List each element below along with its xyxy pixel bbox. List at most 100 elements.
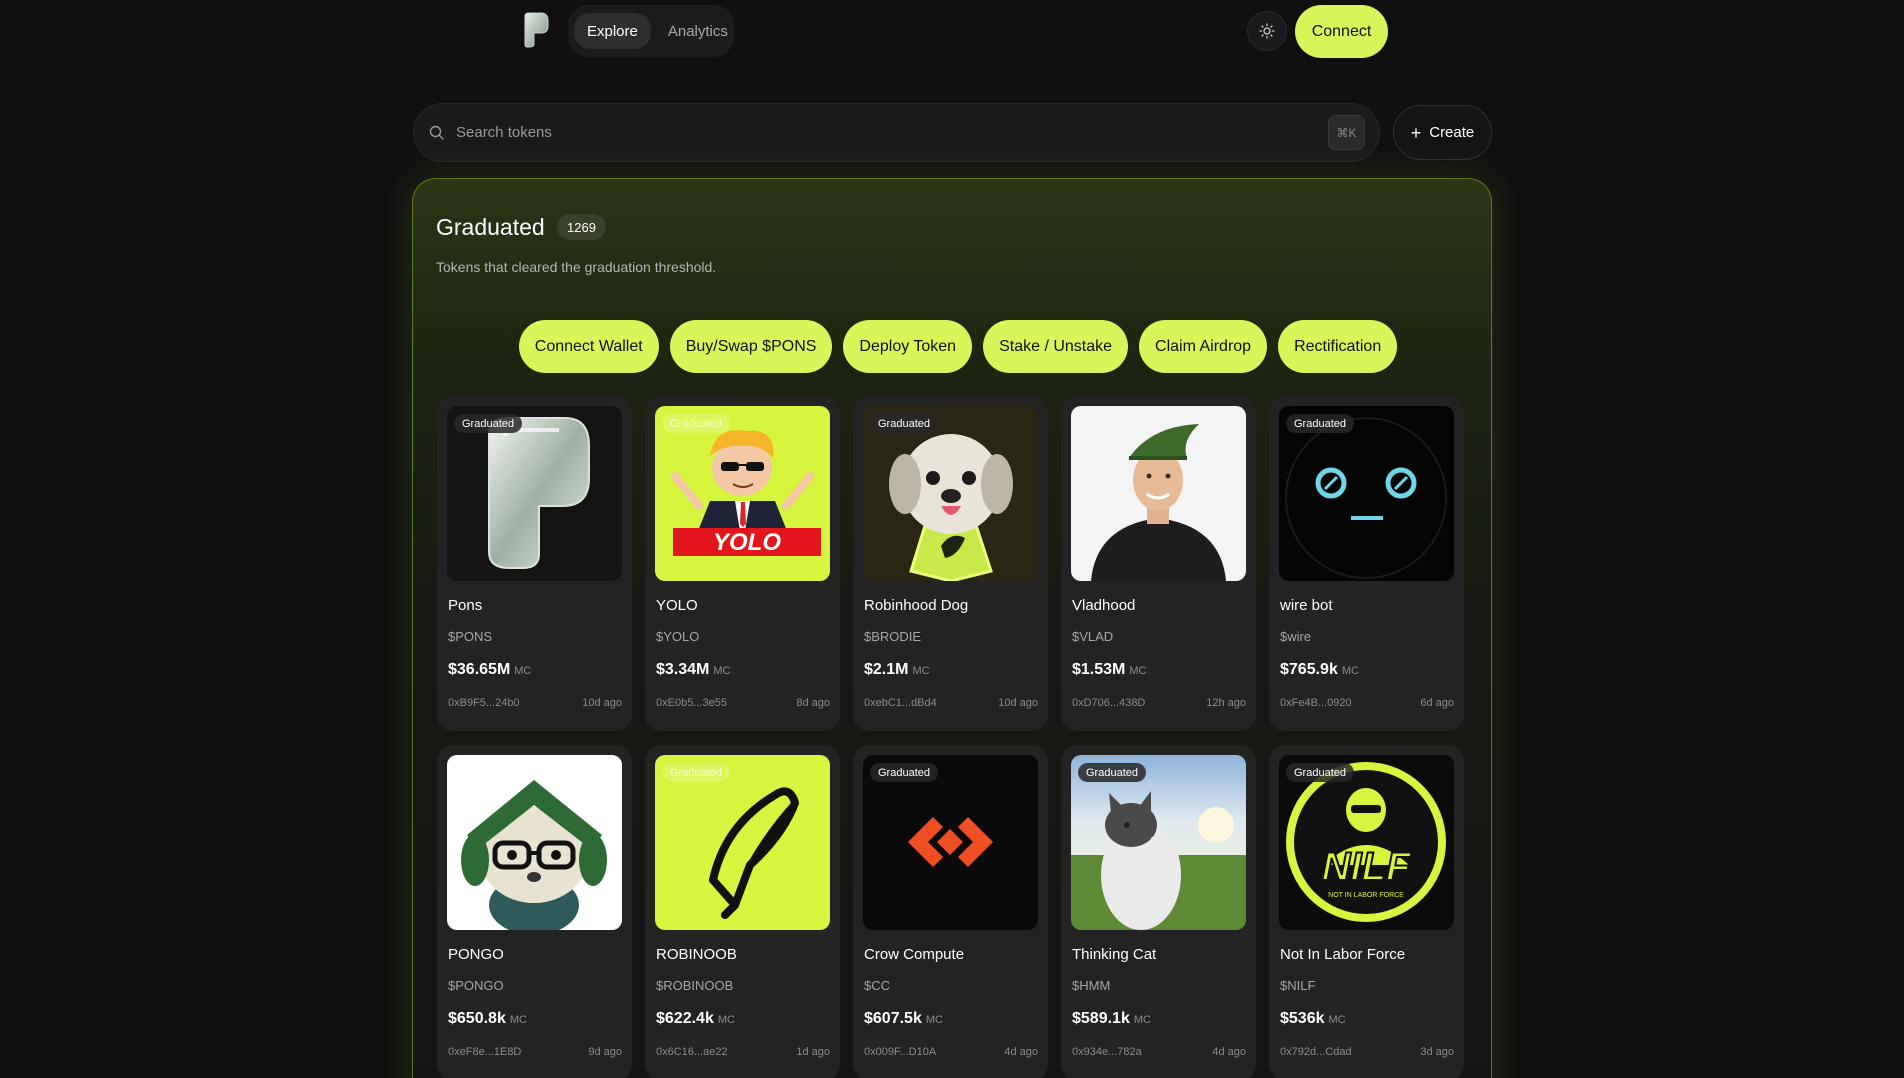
feather-logo-image: Graduated [655,755,830,930]
token-ticker: $PONGO [448,978,504,993]
token-name: PONGO [448,946,504,963]
token-card-nilf[interactable]: NILF NOT IN LABOR FORCE Graduated Not In… [1269,745,1464,1078]
token-ticker: $BRODIE [864,629,922,644]
nilf-logo-image: NILF NOT IN LABOR FORCE Graduated [1279,755,1454,930]
token-address: 0xE0b5...3e55 [656,697,727,709]
graduated-badge: Graduated [870,414,938,433]
crow-compute-logo-image: Graduated [863,755,1038,930]
token-name: wire bot [1280,597,1333,614]
token-address: 0xD706...438D [1072,697,1146,709]
market-cap: $2.1M MC [864,661,930,678]
token-ticker: $CC [864,978,891,993]
graduated-panel: Graduated 1269 Tokens that cleared the g… [412,178,1492,1078]
nilf-art-subtitle: NOT IN LABOR FORCE [1328,892,1404,899]
claim-airdrop-button[interactable]: Claim Airdrop [1139,320,1268,373]
thinking-cat-image: Graduated [1071,755,1246,930]
graduated-badge: Graduated [870,763,938,782]
token-ticker: $NILF [1280,978,1316,993]
token-name: Robinhood Dog [864,597,969,614]
dog-image: Graduated [863,406,1038,581]
yolo-mascot-image: YOLO Graduated [655,406,830,581]
token-card-robinhood-dog[interactable]: Graduated Robinhood Dog $BRODIE $2.1M MC … [853,396,1048,731]
token-name: ROBINOOB [656,946,737,963]
token-card-pons[interactable]: Graduated Pons $PONS $36.65M MC 0xB9F5...… [437,396,632,731]
token-card-thinking-cat[interactable]: Graduated Thinking Cat $HMM $589.1k MC 0x… [1061,745,1256,1078]
graduated-badge: Graduated [454,414,522,433]
connect-wallet-button[interactable]: Connect Wallet [518,320,659,373]
create-button[interactable]: + Create [1393,105,1492,160]
tab-explore[interactable]: Explore [574,13,651,49]
action-buttons: Connect Wallet Buy/Swap $PONS Deploy Tok… [413,320,1491,373]
market-cap: $765.9k MC [1280,661,1359,678]
app-logo[interactable] [521,12,549,48]
token-address: 0xeF8e...1E8D [448,1046,522,1058]
pons-logo-image: Graduated [447,406,622,581]
market-cap: $607.5k MC [864,1010,943,1027]
create-label: Create [1429,124,1475,141]
token-name: Crow Compute [864,946,965,963]
token-age: 4d ago [1212,1046,1246,1058]
graduated-badge: Graduated [1286,763,1354,782]
token-age: 10d ago [582,697,622,709]
token-age: 4d ago [1004,1046,1038,1058]
token-age: 3d ago [1420,1046,1454,1058]
token-address: 0x934e...782a [1072,1046,1142,1058]
plus-icon: + [1410,122,1422,143]
graduated-badge: Graduated [1286,414,1354,433]
token-ticker: $HMM [1072,978,1111,993]
man-green-hat-image [1071,406,1246,581]
token-age: 10d ago [998,697,1038,709]
search-icon [429,125,444,140]
token-age: 12h ago [1206,697,1246,709]
token-ticker: $YOLO [656,629,700,644]
token-address: 0x009F...D10A [864,1046,937,1058]
market-cap: $3.34M MC [656,661,731,678]
stake-unstake-button[interactable]: Stake / Unstake [983,320,1129,373]
buy-swap-button[interactable]: Buy/Swap $PONS [669,320,833,373]
token-address: 0x792d...Cdad [1280,1046,1352,1058]
market-cap: $622.4k MC [656,1010,735,1027]
market-cap: $589.1k MC [1072,1010,1151,1027]
graduated-badge: Graduated [1078,763,1146,782]
token-age: 8d ago [796,697,830,709]
shortcut-hint: ⌘K [1328,115,1365,150]
token-address: 0x6C16...ae22 [656,1046,728,1058]
panel-subtitle: Tokens that cleared the graduation thres… [436,259,717,275]
token-card-robinoob[interactable]: Graduated ROBINOOB $ROBINOOB $622.4k MC 0… [645,745,840,1078]
tab-analytics[interactable]: Analytics [655,13,741,49]
deploy-token-button[interactable]: Deploy Token [843,320,973,373]
search-input[interactable] [456,124,1328,141]
token-address: 0xB9F5...24b0 [448,697,520,709]
plush-dog-image [447,755,622,930]
panel-title: Graduated [436,214,545,240]
token-card-wire-bot[interactable]: Graduated wire bot $wire $765.9k MC 0xFe4… [1269,396,1464,731]
token-address: 0xebC1...dBd4 [864,697,937,709]
token-ticker: $wire [1280,629,1312,644]
graduated-badge: Graduated [662,414,730,433]
yolo-art-label: YOLO [713,529,781,556]
token-card-vladhood[interactable]: Vladhood $VLAD $1.53M MC 0xD706...438D 12… [1061,396,1256,731]
token-card-crow-compute[interactable]: Graduated Crow Compute $CC $607.5k MC 0x0… [853,745,1048,1078]
token-ticker: $ROBINOOB [656,978,734,993]
count-badge: 1269 [557,214,606,240]
token-name: YOLO [656,597,698,614]
market-cap: $1.53M MC [1072,661,1147,678]
token-name: Vladhood [1072,597,1136,614]
token-age: 9d ago [588,1046,622,1058]
token-ticker: $PONS [448,629,493,644]
token-age: 1d ago [796,1046,830,1058]
connect-button[interactable]: Connect [1295,5,1388,58]
token-card-yolo[interactable]: YOLO Graduated YOLO $YOLO $3.34M MC 0xE0b… [645,396,840,731]
token-name: Pons [448,597,483,614]
rectification-button[interactable]: Rectification [1278,320,1398,373]
robot-face-image: Graduated [1279,406,1454,581]
nilf-art-label: NILF [1322,845,1412,889]
token-card-pongo[interactable]: PONGO $PONGO $650.8k MC 0xeF8e...1E8D 9d … [437,745,632,1078]
market-cap: $650.8k MC [448,1010,527,1027]
graduated-badge: Graduated [662,763,730,782]
token-name: Not In Labor Force [1280,946,1406,963]
market-cap: $536k MC [1280,1010,1346,1027]
search-bar: ⌘K [413,103,1380,162]
theme-toggle-button[interactable] [1247,11,1287,51]
token-age: 6d ago [1420,697,1454,709]
